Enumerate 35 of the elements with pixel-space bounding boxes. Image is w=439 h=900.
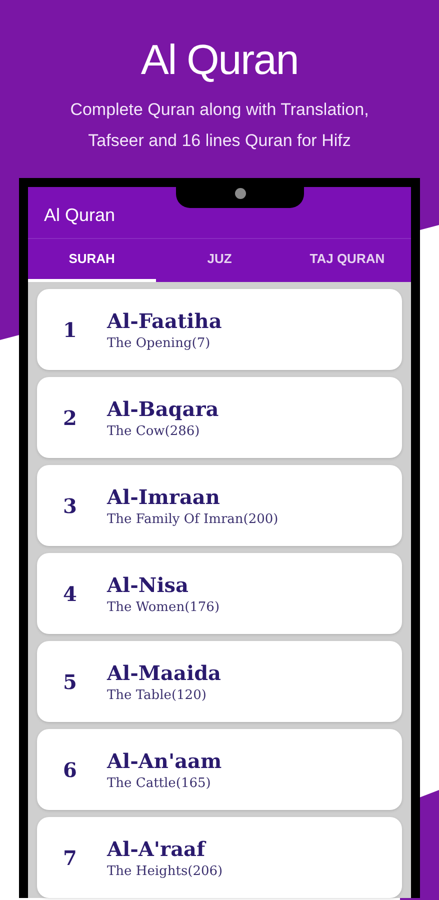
app-title: Al Quran: [44, 204, 116, 227]
surah-name: Al-An'aam: [107, 748, 222, 774]
surah-name: Al-A'raaf: [107, 836, 208, 862]
surah-number: 4: [62, 580, 78, 608]
surah-card[interactable]: 7 Al-A'raaf The Heights(206): [37, 817, 402, 898]
surah-meaning: The Heights(206): [107, 862, 223, 880]
surah-card[interactable]: 3 Al-Imraan The Family Of Imran(200): [37, 465, 402, 546]
surah-number: 3: [62, 492, 78, 520]
tab[interactable]: JUZ: [156, 238, 284, 282]
surah-number: 1: [62, 316, 78, 344]
surah-name: Al-Imraan: [107, 484, 221, 510]
promo-title: Al Quran: [140, 36, 298, 84]
surah-card[interactable]: 1 Al-Faatiha The Opening(7): [37, 289, 402, 370]
surah-meaning: The Cattle(165): [107, 774, 212, 792]
surah-meaning: The Cow(286): [107, 422, 201, 440]
surah-card[interactable]: 5 Al-Maaida The Table(120): [37, 641, 402, 722]
surah-name: Al-Faatiha: [107, 308, 222, 334]
surah-name: Al-Nisa: [107, 572, 190, 598]
surah-number: 7: [62, 844, 78, 872]
surah-number: 5: [62, 668, 78, 696]
surah-meaning: The Women(176): [107, 598, 220, 616]
surah-number: 6: [62, 756, 78, 784]
surah-card[interactable]: 6 Al-An'aam The Cattle(165): [37, 729, 402, 810]
surah-name: Al-Maaida: [107, 660, 222, 686]
surah-meaning: The Table(120): [107, 686, 208, 704]
surah-number: 2: [62, 404, 78, 432]
tab[interactable]: SURAH: [28, 238, 156, 282]
tab[interactable]: TAJ QURAN: [283, 238, 412, 282]
surah-card[interactable]: 4 Al-Nisa The Women(176): [37, 553, 402, 634]
surah-meaning: The Family Of Imran(200): [107, 510, 278, 528]
surah-card[interactable]: 2 Al-Baqara The Cow(286): [37, 377, 402, 458]
promo-subtitle: Complete Quran along with Translation, Tafseer and 16 lines Quran for Hifz: [69, 99, 370, 152]
surah-meaning: The Opening(7): [107, 334, 212, 352]
surah-name: Al-Baqara: [107, 396, 219, 422]
camera-icon: [234, 188, 246, 198]
